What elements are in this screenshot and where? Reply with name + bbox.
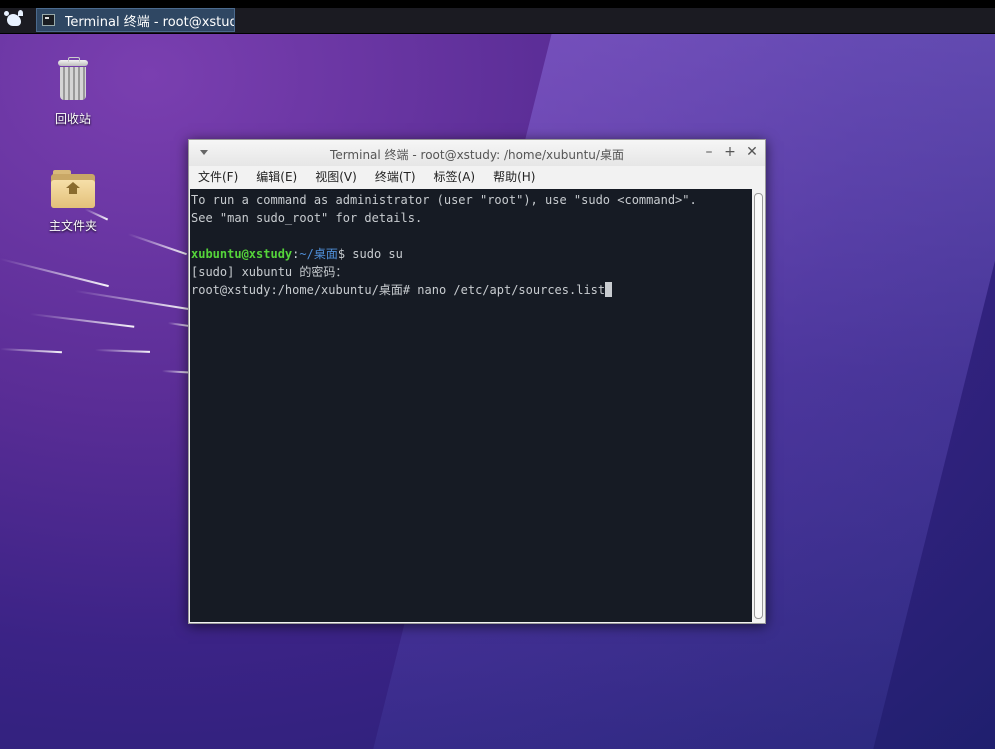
wallpaper-streak bbox=[167, 322, 190, 328]
terminal-line: [sudo] xubuntu 的密码： bbox=[191, 265, 348, 279]
terminal-scrollbar[interactable] bbox=[752, 189, 765, 622]
menu-tabs[interactable]: 标签(A) bbox=[425, 166, 485, 188]
minimize-icon[interactable]: – bbox=[701, 144, 717, 160]
menu-view[interactable]: 视图(V) bbox=[306, 166, 366, 188]
wallpaper-streak bbox=[94, 349, 151, 353]
prompt-path: ~/桌面 bbox=[299, 247, 338, 261]
terminal-input-line[interactable]: root@xstudy:/home/xubuntu/桌面# nano /etc/… bbox=[191, 281, 752, 299]
desktop-icon-home-folder[interactable]: 主文件夹 bbox=[28, 170, 118, 234]
menubar: 文件(F) 编辑(E) 视图(V) 终端(T) 标签(A) 帮助(H) bbox=[189, 166, 765, 188]
xfce-mouse-icon bbox=[4, 10, 23, 26]
top-panel: Terminal 终端 - root@xstudy... bbox=[0, 8, 995, 34]
prompt-user: xubuntu@xstudy bbox=[191, 247, 293, 261]
taskbar-terminal-button[interactable]: Terminal 终端 - root@xstudy... bbox=[36, 8, 235, 32]
prompt-command: $ sudo su bbox=[337, 247, 403, 261]
menu-terminal[interactable]: 终端(T) bbox=[366, 166, 425, 188]
home-folder-icon bbox=[51, 170, 95, 208]
trash-icon bbox=[58, 57, 88, 100]
wallpaper-streak bbox=[74, 290, 189, 310]
menu-edit[interactable]: 编辑(E) bbox=[247, 166, 306, 188]
terminal-prompt-line: xubuntu@xstudy:~/桌面$ sudo su bbox=[191, 245, 752, 263]
terminal-icon bbox=[42, 14, 55, 26]
menu-help[interactable]: 帮助(H) bbox=[484, 166, 544, 188]
terminal-line: To run a command as administrator (user … bbox=[191, 193, 697, 207]
text-cursor bbox=[605, 282, 613, 297]
wallpaper-streak bbox=[0, 348, 62, 354]
menu-file[interactable]: 文件(F) bbox=[189, 166, 247, 188]
close-icon[interactable]: ✕ bbox=[744, 144, 760, 160]
scrollbar-thumb[interactable] bbox=[754, 193, 763, 619]
terminal-line: See "man sudo_root" for details. bbox=[191, 211, 423, 225]
wallpaper-streak bbox=[161, 370, 191, 374]
wallpaper-streak bbox=[0, 258, 109, 288]
whisker-menu-button[interactable] bbox=[4, 10, 24, 30]
terminal-window[interactable]: Terminal 终端 - root@xstudy: /home/xubuntu… bbox=[188, 139, 766, 624]
desktop-icon-label: 回收站 bbox=[54, 112, 91, 126]
window-title: Terminal 终端 - root@xstudy: /home/xubuntu… bbox=[330, 148, 624, 162]
window-titlebar[interactable]: Terminal 终端 - root@xstudy: /home/xubuntu… bbox=[189, 140, 765, 166]
wallpaper-streak bbox=[29, 313, 135, 328]
desktop-icon-trash[interactable]: 回收站 bbox=[28, 57, 118, 127]
desktop-icon-label: 主文件夹 bbox=[48, 219, 97, 233]
terminal-output[interactable]: To run a command as administrator (user … bbox=[190, 189, 752, 622]
taskbar-terminal-label: Terminal 终端 - root@xstudy... bbox=[64, 14, 234, 30]
wallpaper-streak bbox=[127, 233, 187, 256]
screen-top-strip bbox=[0, 0, 995, 8]
maximize-icon[interactable]: + bbox=[722, 144, 738, 160]
current-command: root@xstudy:/home/xubuntu/桌面# nano /etc/… bbox=[191, 283, 606, 297]
